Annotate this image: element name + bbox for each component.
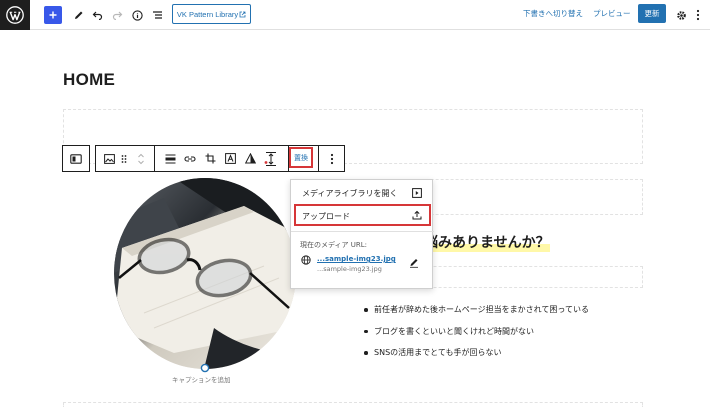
crop-button[interactable] <box>201 146 219 171</box>
current-media-url-link[interactable]: ...sample-img23.jpg <box>317 255 396 263</box>
tools-button[interactable] <box>70 4 86 26</box>
update-button[interactable]: 更新 <box>638 4 666 23</box>
list-view-icon <box>152 11 162 19</box>
move-up-down-buttons[interactable] <box>134 146 148 171</box>
link-icon <box>184 155 196 162</box>
replace-media-popover: メディアライブラリを開く アップロード 現在のメディア URL: ...samp… <box>290 179 434 289</box>
undo-icon <box>92 11 102 20</box>
align-none-icon <box>165 154 175 163</box>
wordpress-logo[interactable] <box>0 0 30 30</box>
next-block-outline <box>63 402 643 407</box>
info-icon <box>131 9 143 21</box>
more-vertical-icon <box>696 9 700 21</box>
current-media-url-text: ...sample-img23.jpg <box>317 265 382 273</box>
list-view-button[interactable] <box>150 4 164 26</box>
page-title[interactable]: HOME <box>63 70 115 90</box>
caption-placeholder[interactable]: キャプションを追加 <box>172 374 231 384</box>
media-library-icon <box>412 188 422 198</box>
toolbar-divider <box>318 146 319 171</box>
options-button[interactable] <box>693 4 703 26</box>
drag-handle[interactable] <box>119 146 129 171</box>
pencil-icon <box>74 11 82 19</box>
preview-link[interactable]: プレビュー <box>593 8 631 19</box>
plus-icon <box>49 11 57 19</box>
redo-icon <box>112 11 122 20</box>
editor-header: VK Pattern Library 下書きへ切り替え プレビュー 更新 <box>0 0 710 30</box>
crop-icon <box>205 153 215 164</box>
image-icon <box>103 153 115 164</box>
more-vertical-icon <box>330 153 334 164</box>
image-size-button[interactable] <box>261 146 281 171</box>
columns-icon <box>70 153 82 164</box>
list-item[interactable]: 前任者が辞めた後ホームページ担当をまかされて困っている <box>363 304 589 326</box>
filter-icon <box>244 153 256 164</box>
block-toolbar-parent-group <box>62 145 90 172</box>
vk-pattern-library-label: VK Pattern Library <box>176 9 239 19</box>
current-media-url-label: 現在のメディア URL: <box>300 241 367 249</box>
switch-to-draft-link[interactable]: 下書きへ切り替え <box>523 8 583 19</box>
replace-button[interactable]: 置換 <box>289 147 313 168</box>
drag-handle-icon <box>121 154 127 163</box>
resize-height-icon <box>264 151 276 166</box>
list-item[interactable]: ブログを書くといいと聞くけれど時間がない <box>363 326 589 348</box>
add-text-over-image-button[interactable] <box>221 146 239 171</box>
pencil-icon[interactable] <box>409 257 419 268</box>
resize-handle[interactable] <box>200 363 210 373</box>
list-item[interactable]: SNSの活用までとても手が回らない <box>363 347 589 369</box>
image-block-button[interactable] <box>100 146 118 171</box>
selected-image-block[interactable] <box>114 178 296 369</box>
toolbar-divider <box>154 146 155 171</box>
open-media-library-label: メディアライブラリを開く <box>302 189 398 198</box>
details-button[interactable] <box>130 4 144 26</box>
external-link-icon <box>239 11 246 17</box>
text-over-image-icon <box>224 153 236 164</box>
block-options-button[interactable] <box>322 146 342 171</box>
replace-button-label: 置換 <box>294 153 308 162</box>
insert-link-button[interactable] <box>181 146 199 171</box>
concerns-list: 前任者が辞めた後ホームページ担当をまかされて困っている ブログを書くといいと聞く… <box>363 304 589 369</box>
align-button[interactable] <box>161 146 179 171</box>
popover-divider <box>291 231 434 232</box>
notebook-glasses-photo <box>114 178 296 369</box>
duotone-filter-button[interactable] <box>241 146 259 171</box>
select-parent-button[interactable] <box>63 146 89 171</box>
globe-icon <box>301 255 311 265</box>
redo-button[interactable] <box>110 4 124 26</box>
upload-label: アップロード <box>302 212 350 221</box>
gear-icon <box>677 10 686 20</box>
add-block-button[interactable] <box>44 6 62 24</box>
upload-item[interactable]: アップロード <box>294 204 431 226</box>
settings-button[interactable] <box>675 4 688 26</box>
chevron-up-down-icon <box>138 153 144 164</box>
vk-pattern-library-button[interactable]: VK Pattern Library <box>172 4 251 24</box>
undo-button[interactable] <box>90 4 104 26</box>
section-heading[interactable]: 悩みありませんか？ <box>424 232 550 252</box>
upload-icon <box>412 210 422 220</box>
wordpress-logo-icon <box>6 6 24 24</box>
